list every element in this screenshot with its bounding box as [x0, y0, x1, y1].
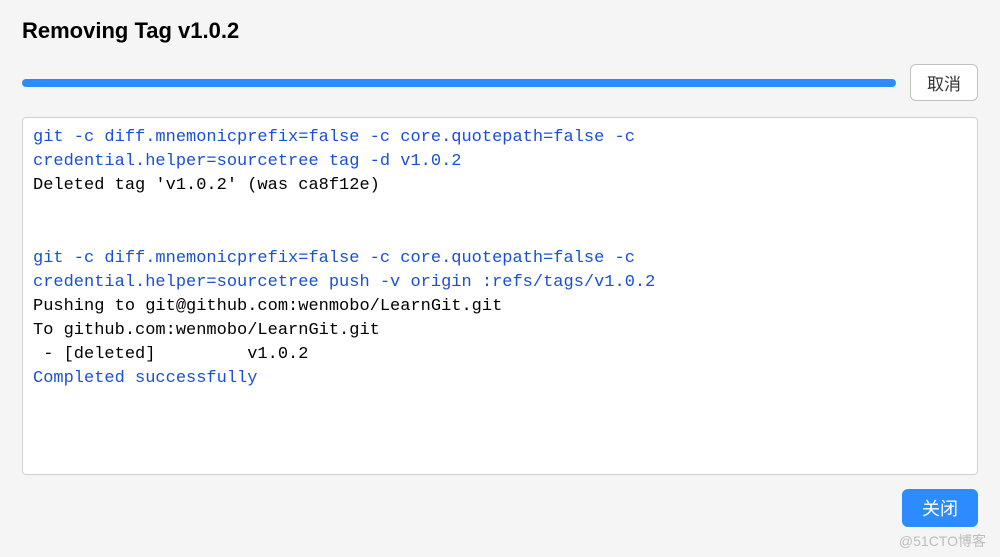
- output-line: credential.helper=sourcetree push -v ori…: [33, 273, 655, 292]
- output-line: To github.com:wenmobo/LearnGit.git: [33, 321, 380, 340]
- command-output[interactable]: git -c diff.mnemonicprefix=false -c core…: [22, 117, 978, 475]
- output-line: Completed successfully: [33, 369, 257, 388]
- watermark: @51CTO博客: [899, 531, 986, 551]
- output-line: - [deleted] v1.0.2: [33, 345, 308, 364]
- output-line: git -c diff.mnemonicprefix=false -c core…: [33, 128, 645, 147]
- progress-row: 取消: [22, 64, 978, 101]
- dialog-footer: 关闭: [22, 489, 978, 527]
- cancel-button[interactable]: 取消: [910, 64, 978, 101]
- output-line: Pushing to git@github.com:wenmobo/LearnG…: [33, 297, 502, 316]
- output-line: credential.helper=sourcetree tag -d v1.0…: [33, 152, 461, 171]
- close-button[interactable]: 关闭: [902, 489, 978, 527]
- output-line: Deleted tag 'v1.0.2' (was ca8f12e): [33, 176, 380, 195]
- output-line: git -c diff.mnemonicprefix=false -c core…: [33, 249, 645, 268]
- progress-bar: [22, 79, 896, 87]
- dialog-title: Removing Tag v1.0.2: [22, 18, 978, 44]
